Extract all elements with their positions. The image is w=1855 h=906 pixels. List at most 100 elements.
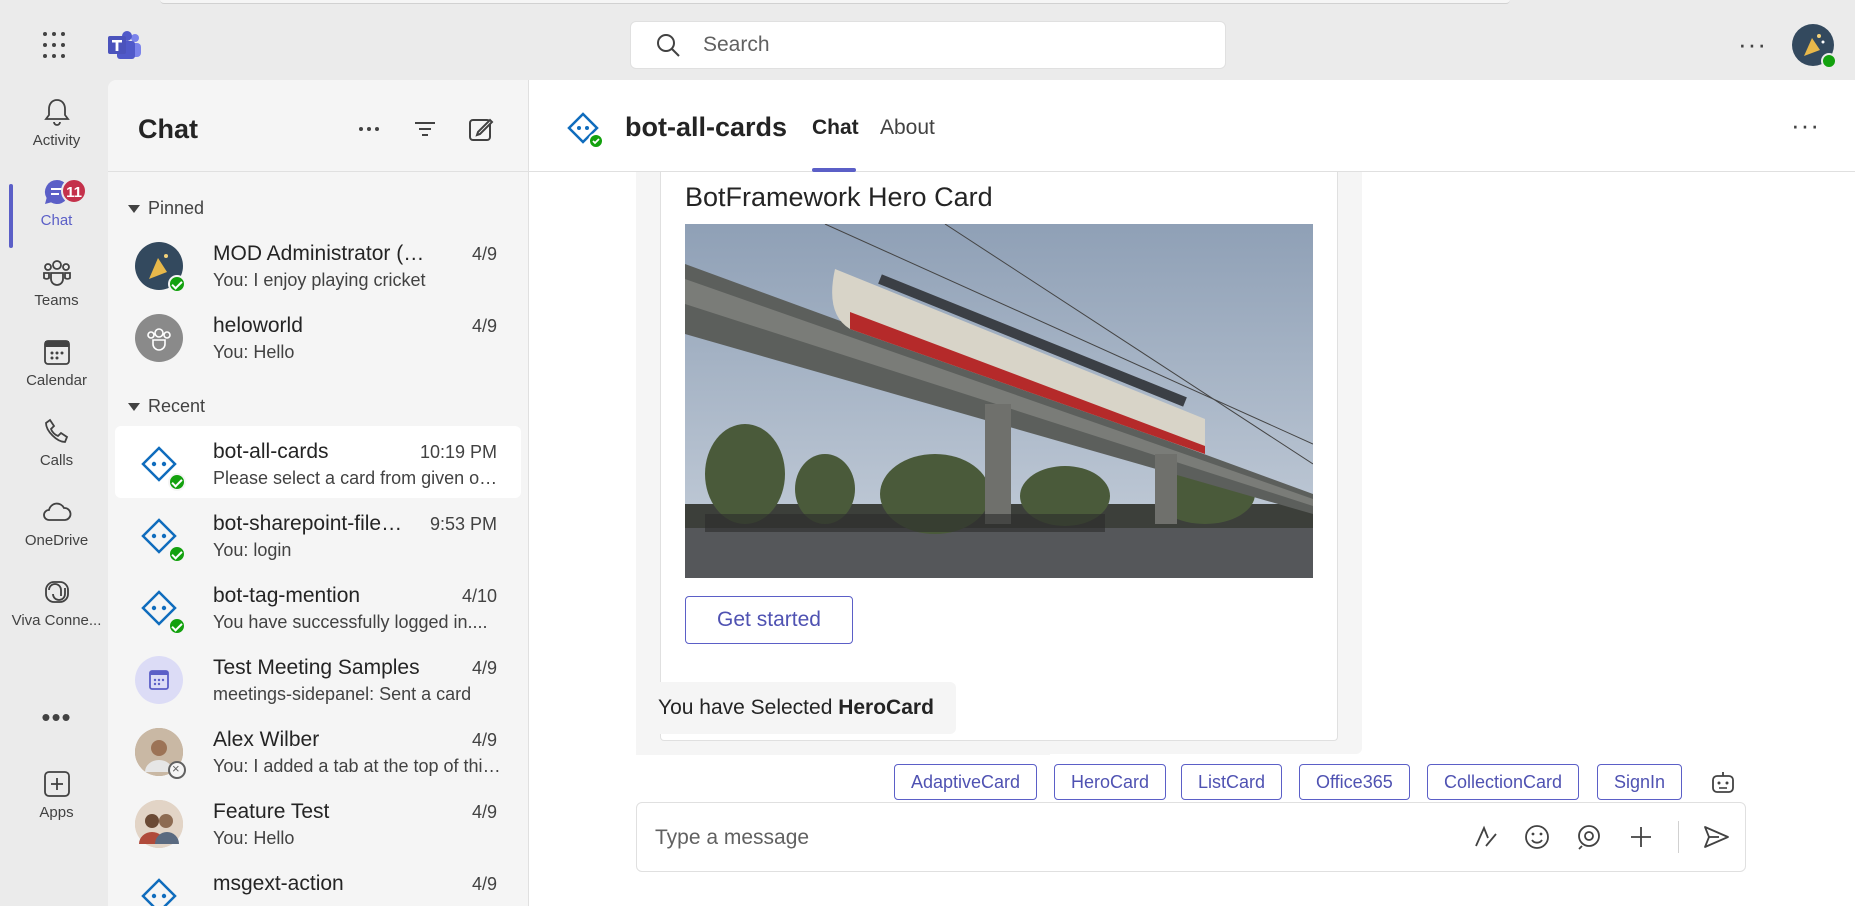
- conversation-pane: bot-all-cards Chat About ··· BotFramewor…: [528, 80, 1855, 906]
- rail-item-apps[interactable]: Apps: [5, 768, 108, 848]
- chat-item-bot-tag-mention[interactable]: bot-tag-mention 4/10 You have successful…: [115, 570, 521, 642]
- presence-available-icon: [168, 275, 186, 293]
- card-image: [685, 224, 1313, 578]
- chat-preview: You: I enjoy playing cricket: [213, 270, 426, 290]
- search-box[interactable]: Search: [630, 21, 1226, 69]
- chat-time: 4/9: [471, 874, 497, 894]
- chat-item-mod-administrator[interactable]: MOD Administrator (You) 4/9 You: I enjoy…: [115, 228, 521, 300]
- cloud-icon: [42, 502, 71, 521]
- phone-icon: [44, 418, 68, 443]
- chat-item-feature-test[interactable]: Feature Test 4/9 You: Hello: [115, 786, 521, 858]
- bot-icon: [141, 878, 177, 906]
- chat-time: 4/9: [471, 730, 497, 750]
- message-text: You have Selected: [658, 696, 839, 719]
- plus-icon[interactable]: [1626, 822, 1656, 852]
- section-label: Recent: [148, 396, 206, 416]
- copilot-bot-icon[interactable]: [1709, 768, 1737, 796]
- new-chat-icon[interactable]: [468, 116, 494, 142]
- suggestion-listcard[interactable]: ListCard: [1181, 764, 1283, 800]
- emoji-icon[interactable]: [1522, 822, 1552, 852]
- chat-item-bot-sharepoint[interactable]: bot-sharepoint-file-viewer 9:53 PM You: …: [115, 498, 521, 570]
- rail-item-teams[interactable]: Teams: [5, 256, 108, 336]
- section-pinned[interactable]: Pinned: [128, 198, 204, 219]
- chat-item-test-meeting-samples[interactable]: Test Meeting Samples 4/9 meetings-sidepa…: [115, 642, 521, 714]
- chat-name: Alex Wilber: [213, 728, 320, 751]
- rail-item-chat[interactable]: Chat 11: [5, 176, 108, 256]
- settings-more-icon[interactable]: ···: [1738, 31, 1767, 57]
- bot-avatar: [135, 584, 186, 635]
- chat-name: Test Meeting Samples: [213, 656, 420, 679]
- chevron-down-icon: [128, 402, 140, 411]
- app-launcher-icon[interactable]: [43, 32, 71, 60]
- rail-item-onedrive[interactable]: OneDrive: [5, 496, 108, 576]
- search-icon: [657, 34, 680, 57]
- presence-available-icon: [1821, 53, 1837, 69]
- add-app-icon: [43, 771, 70, 797]
- chat-time: 4/9: [471, 244, 497, 264]
- rail-label: Calendar: [26, 372, 87, 389]
- chat-time: 4/9: [471, 316, 497, 336]
- rail-label: Viva Conne...: [11, 612, 102, 629]
- chat-preview: meetings-sidepanel: Sent a card: [213, 684, 472, 704]
- chat-preview: You: login: [213, 540, 292, 560]
- suggestion-collectioncard[interactable]: CollectionCard: [1427, 764, 1580, 800]
- suggestion-signin[interactable]: SignIn: [1597, 764, 1683, 800]
- user-avatar[interactable]: [1792, 24, 1837, 69]
- presence-available-icon: [168, 473, 186, 491]
- viva-icon: [44, 581, 69, 603]
- chat-time: 4/9: [471, 802, 497, 822]
- app-bar: Activity Chat 11 Teams Calendar Calls On…: [5, 80, 108, 906]
- get-started-button[interactable]: Get started: [685, 596, 853, 644]
- filter-icon[interactable]: [412, 116, 438, 142]
- hero-card: BotFramework Hero Card Get started: [660, 172, 1338, 741]
- suggestion-office365[interactable]: Office365: [1299, 764, 1410, 800]
- chat-preview: You have successfully logged in....: [213, 612, 488, 632]
- chat-item-heloworld[interactable]: heloworld 4/9 You: Hello: [115, 300, 521, 372]
- message-input[interactable]: [655, 823, 1455, 853]
- calendar-icon: [43, 340, 70, 365]
- more-options-icon[interactable]: [356, 116, 382, 142]
- bot-avatar: [565, 110, 605, 150]
- rail-item-activity[interactable]: Activity: [5, 96, 108, 176]
- presence-available-icon: [168, 617, 186, 635]
- monorail-image: [685, 224, 1313, 578]
- bot-avatar: [135, 440, 186, 491]
- search-placeholder: Search: [703, 33, 770, 56]
- divider: [1678, 821, 1679, 853]
- chat-time: 4/10: [461, 586, 497, 606]
- tab-about[interactable]: About: [880, 116, 935, 140]
- conversation-header: bot-all-cards Chat About ···: [529, 80, 1855, 172]
- bot-message-bubble: BotFramework Hero Card Get started: [636, 172, 1362, 754]
- send-icon[interactable]: [1701, 822, 1731, 852]
- tab-chat[interactable]: Chat: [812, 116, 859, 140]
- loop-component-icon[interactable]: [1574, 822, 1604, 852]
- chat-preview: You: Hello: [213, 828, 295, 848]
- window-edge: [160, 0, 1510, 4]
- chat-name: bot-all-cards: [213, 440, 329, 463]
- chat-name: msgext-action: [213, 872, 344, 895]
- chat-list-header: Chat: [108, 80, 528, 172]
- section-recent[interactable]: Recent: [128, 396, 205, 417]
- group-icon: [147, 328, 171, 351]
- more-apps-icon[interactable]: •••: [5, 702, 108, 733]
- suggestion-herocard[interactable]: HeroCard: [1054, 764, 1167, 800]
- rail-item-viva-connections[interactable]: Viva Conne...: [5, 576, 108, 656]
- presence-available-icon: [168, 545, 186, 563]
- rail-label: Teams: [34, 292, 79, 309]
- chat-item-alex-wilber[interactable]: Alex Wilber 4/9 You: I added a tab at th…: [115, 714, 521, 786]
- rail-label: Activity: [32, 132, 81, 149]
- rail-item-calendar[interactable]: Calendar: [5, 336, 108, 416]
- chat-name: bot-tag-mention: [213, 584, 361, 607]
- bell-icon: [43, 99, 70, 126]
- chat-list-panel: Chat Pinned MOD Administrator (You) 4/9 …: [108, 80, 528, 906]
- rail-label: Apps: [39, 804, 74, 821]
- rail-label: OneDrive: [24, 532, 89, 549]
- rail-item-calls[interactable]: Calls: [5, 416, 108, 496]
- chat-item-msgext-action[interactable]: msgext-action 4/9: [115, 858, 521, 906]
- chat-name: MOD Administrator (You): [213, 242, 433, 265]
- avatar: [135, 242, 186, 293]
- suggestion-adaptivecard[interactable]: AdaptiveCard: [894, 764, 1038, 800]
- more-options-icon[interactable]: ···: [1791, 110, 1820, 141]
- format-icon[interactable]: [1470, 822, 1500, 852]
- chat-item-bot-all-cards[interactable]: bot-all-cards 10:19 PM Please select a c…: [115, 426, 521, 498]
